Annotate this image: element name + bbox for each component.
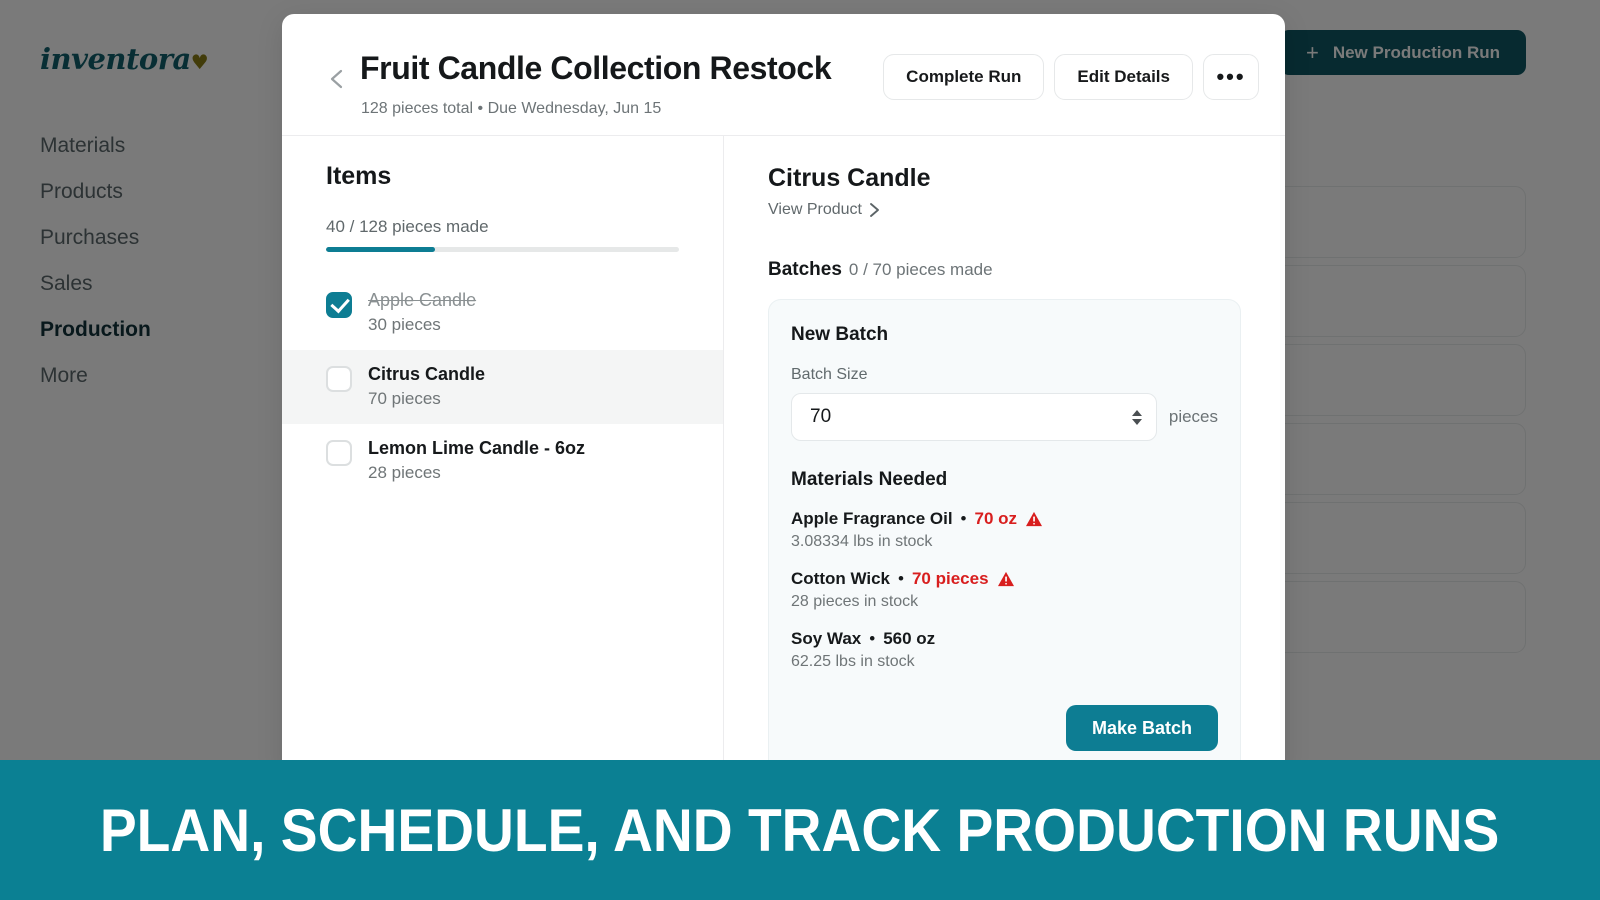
item-name: Apple Candle [368,290,477,310]
more-options-icon[interactable]: ••• [1203,54,1259,100]
batch-size-label: Batch Size [791,366,868,383]
promo-banner-text: PLAN, SCHEDULE, AND TRACK PRODUCTION RUN… [100,796,1500,864]
item-checkbox[interactable] [326,366,352,392]
promo-banner: PLAN, SCHEDULE, AND TRACK PRODUCTION RUN… [0,760,1600,900]
batch-size-input[interactable] [810,406,1132,428]
material-separator: • [869,629,876,648]
material-amount: 560 oz [883,629,936,648]
material-head: Apple Fragrance Oil • 70 oz [791,509,1218,529]
item-checkbox[interactable] [326,440,352,466]
item-quantity: 28 pieces [368,463,441,482]
items-progress-bar [326,247,679,252]
items-heading: Items [326,162,392,190]
make-batch-button[interactable]: Make Batch [1065,705,1218,751]
item-quantity: 70 pieces [368,389,441,408]
material-head: Cotton Wick • 70 pieces [791,569,1218,589]
warning-triangle-icon [1026,511,1043,527]
material-stock: 3.08334 lbs in stock [791,533,933,550]
modal-body: Items 40 / 128 pieces made Apple Candle … [282,136,1285,774]
page-subtitle: 128 pieces total • Due Wednesday, Jun 15 [361,100,662,117]
batches-label: Batches [768,259,842,280]
production-run-detail-modal: Fruit Candle Collection Restock 128 piec… [282,14,1285,774]
chevron-left-icon[interactable] [326,66,348,92]
batch-size-row: pieces [791,393,1218,441]
item-checkbox[interactable] [326,292,352,318]
material-name: Soy Wax [791,629,862,648]
batch-size-unit: pieces [1168,407,1218,426]
view-product-link[interactable]: View Product [768,201,880,219]
materials-needed-title: Materials Needed [791,469,948,490]
items-progress-label: 40 / 128 pieces made [326,217,489,236]
list-item[interactable]: Apple Candle 30 pieces [282,276,723,350]
chevron-right-icon [870,203,879,217]
header-actions: Complete Run Edit Details ••• [883,54,1259,100]
stepper-down-icon[interactable] [1131,418,1142,425]
material-amount: 70 pieces [911,569,989,588]
page-title: Fruit Candle Collection Restock [360,50,832,86]
list-item[interactable]: Lemon Lime Candle - 6oz 28 pieces [282,424,723,498]
item-quantity: 30 pieces [368,315,441,334]
material-name: Apple Fragrance Oil [791,509,953,528]
item-name: Citrus Candle [368,364,486,384]
warning-triangle-icon [997,571,1014,587]
batches-summary: Batches 0 / 70 pieces made [768,259,1241,281]
items-progress-fill [326,247,436,252]
material-stock: 62.25 lbs in stock [791,653,915,670]
material-name: Cotton Wick [791,569,891,588]
edit-details-button[interactable]: Edit Details [1054,54,1193,100]
item-detail-panel: Citrus Candle View Product Batches 0 / 70… [724,136,1285,774]
material-amount: 70 oz [974,509,1018,528]
items-panel: Items 40 / 128 pieces made Apple Candle … [282,136,724,774]
stepper-up-icon[interactable] [1131,409,1142,416]
make-batch-row: Make Batch [791,705,1218,751]
complete-run-button[interactable]: Complete Run [883,54,1045,100]
material-separator: • [960,509,967,528]
batches-progress: 0 / 70 pieces made [848,260,993,279]
item-name: Lemon Lime Candle - 6oz [368,438,586,458]
product-title: Citrus Candle [768,164,931,192]
new-batch-card: New Batch Batch Size pieces Materials Ne… [768,299,1241,774]
material-stock: 28 pieces in stock [791,593,919,610]
new-batch-title: New Batch [791,324,889,345]
quantity-stepper[interactable] [1131,409,1146,425]
material-row: Apple Fragrance Oil • 70 oz 3.08334 lbs … [791,509,1218,551]
material-head: Soy Wax • 560 oz [791,629,1218,649]
batch-size-field[interactable] [791,393,1157,441]
material-row: Cotton Wick • 70 pieces 28 pieces in sto… [791,569,1218,611]
list-item[interactable]: Citrus Candle 70 pieces [282,350,723,424]
material-row: Soy Wax • 560 oz 62.25 lbs in stock [791,629,1218,671]
modal-header: Fruit Candle Collection Restock 128 piec… [282,14,1285,136]
material-separator: • [898,569,904,588]
view-product-label: View Product [768,201,862,218]
